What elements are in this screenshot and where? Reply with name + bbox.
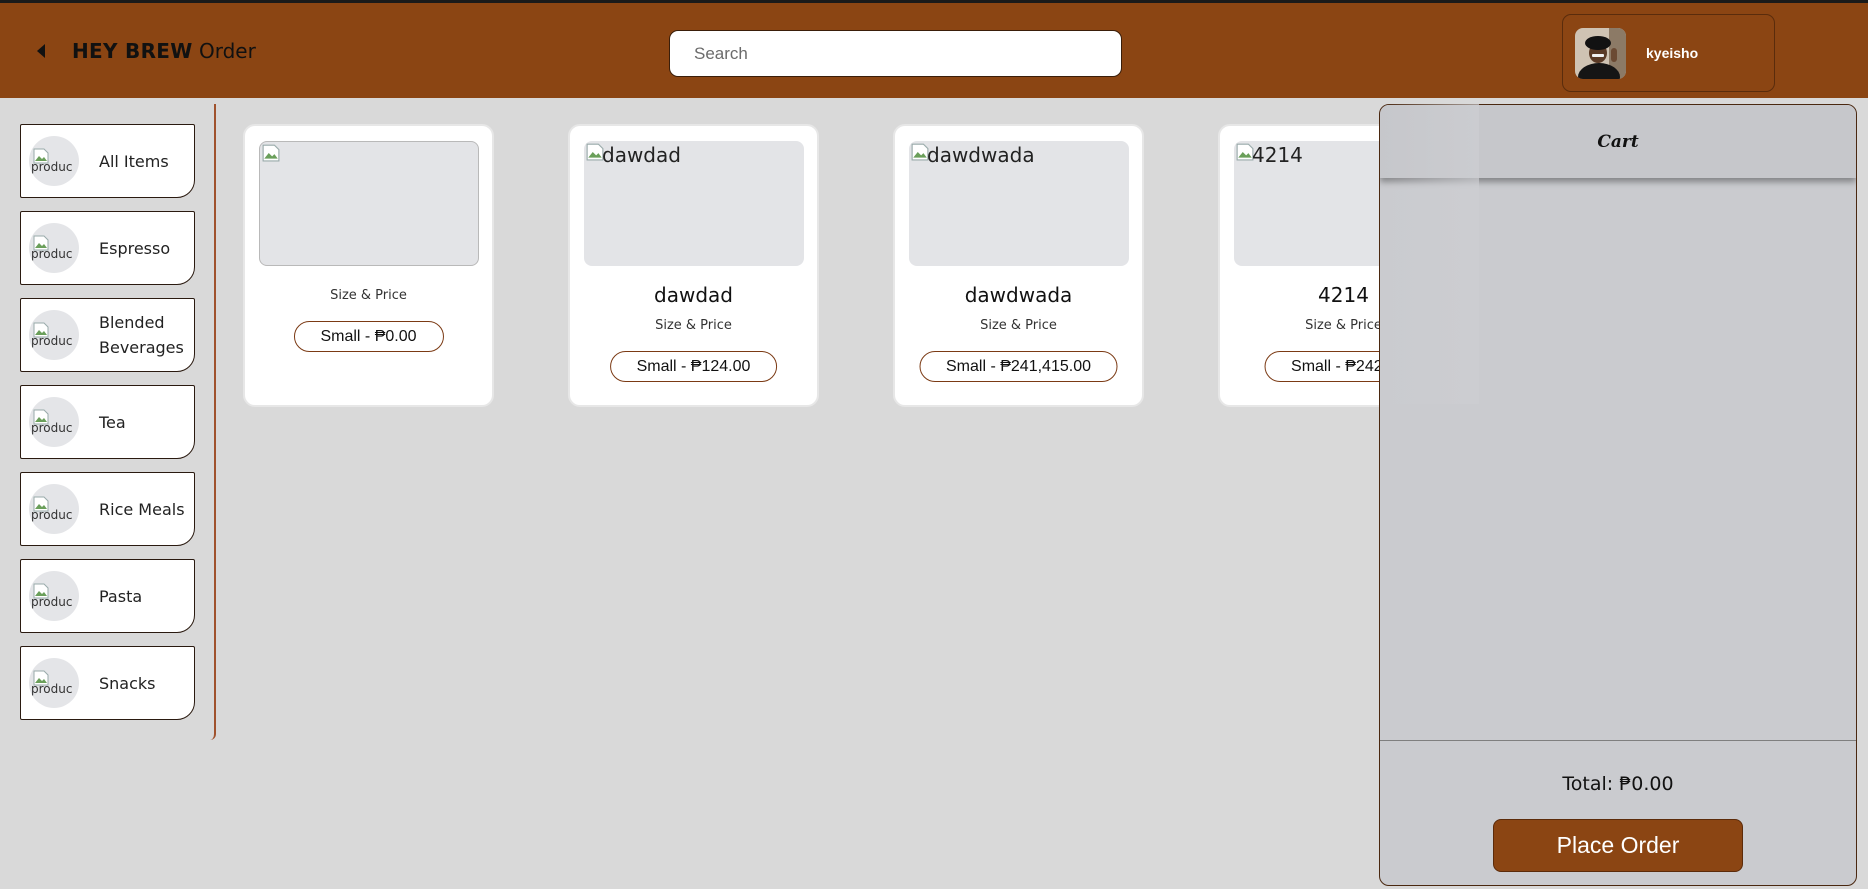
product-card[interactable]: Size & Price Small - ₱0.00	[243, 124, 494, 407]
avatar	[1575, 27, 1626, 79]
size-price-label: Size & Price	[330, 288, 407, 303]
cart-items-list	[1380, 178, 1856, 743]
cart-title: Cart	[1597, 131, 1639, 152]
sidebar-item-snacks[interactable]: produc Snacks	[20, 646, 195, 720]
product-image-alt: dawdad	[602, 143, 681, 167]
sidebar-item-label: Rice Meals	[99, 499, 185, 519]
broken-image-icon	[262, 144, 280, 162]
product-card[interactable]: dawdwada dawdwada Size & Price Small - ₱…	[893, 124, 1144, 407]
product-image: dawdwada	[909, 141, 1129, 266]
sidebar-item-label: Snacks	[99, 673, 156, 693]
user-profile[interactable]: kyeisho	[1562, 14, 1775, 92]
search-input[interactable]	[669, 30, 1122, 77]
brand-name: HEY BREW	[72, 39, 193, 63]
sidebar-item-pasta[interactable]: produc Pasta	[20, 559, 195, 633]
back-button[interactable]	[34, 41, 48, 61]
product-image: dawdad	[584, 141, 804, 266]
sidebar-item-label: Tea	[99, 412, 126, 432]
category-image-alt: produc	[31, 508, 73, 522]
category-image-alt: produc	[31, 421, 73, 435]
product-name: dawdad	[654, 283, 733, 307]
product-image-alt: dawdwada	[927, 143, 1035, 167]
sidebar-item-label: Espresso	[99, 238, 171, 258]
app-header: HEY BREW Order kyeisho	[0, 3, 1868, 98]
sidebar-item-blended-beverages[interactable]: produc Blended Beverages	[20, 298, 195, 372]
cart-total: Total: ₱0.00	[1562, 773, 1674, 795]
cart-panel: Cart Total: ₱0.00 Place Order	[1379, 104, 1857, 886]
category-image: produc	[29, 397, 79, 447]
cart-divider	[1380, 740, 1856, 741]
sidebar-item-espresso[interactable]: produc Espresso	[20, 211, 195, 285]
page-title: HEY BREW Order	[72, 39, 256, 63]
sidebar-item-label: Pasta	[99, 586, 143, 606]
sidebar-item-tea[interactable]: produc Tea	[20, 385, 195, 459]
category-image: produc	[29, 136, 79, 186]
page-title-suffix: Order	[198, 39, 256, 63]
size-price-option[interactable]: Small - ₱124.00	[609, 351, 778, 382]
size-price-label: Size & Price	[980, 318, 1057, 333]
product-image	[259, 141, 479, 266]
sidebar-item-label: All Items	[99, 151, 169, 171]
category-sidebar: produc All Items produc Espresso produc …	[0, 104, 216, 740]
product-name: dawdwada	[964, 283, 1073, 307]
sidebar-item-rice-meals[interactable]: produc Rice Meals	[20, 472, 195, 546]
category-image: produc	[29, 658, 79, 708]
category-image: produc	[29, 223, 79, 273]
sidebar-item-label: Blended Beverages	[99, 313, 184, 357]
size-price-option[interactable]: Small - ₱241,415.00	[919, 351, 1118, 382]
category-image: produc	[29, 484, 79, 534]
user-name: kyeisho	[1646, 45, 1699, 61]
category-image-alt: produc	[31, 595, 73, 609]
category-image-alt: produc	[31, 682, 73, 696]
size-price-label: Size & Price	[655, 318, 732, 333]
product-card[interactable]: dawdad dawdad Size & Price Small - ₱124.…	[568, 124, 819, 407]
size-price-option[interactable]: Small - ₱0.00	[293, 321, 444, 352]
sidebar-item-all-items[interactable]: produc All Items	[20, 124, 195, 198]
place-order-button[interactable]: Place Order	[1493, 819, 1743, 872]
category-image: produc	[29, 310, 79, 360]
cart-header: Cart	[1380, 105, 1856, 178]
caret-left-icon	[37, 44, 45, 58]
category-image-alt: produc	[31, 247, 73, 261]
category-image-alt: produc	[31, 334, 73, 348]
product-image-alt: 4214	[1252, 143, 1303, 167]
category-image-alt: produc	[31, 160, 73, 174]
category-image: produc	[29, 571, 79, 621]
